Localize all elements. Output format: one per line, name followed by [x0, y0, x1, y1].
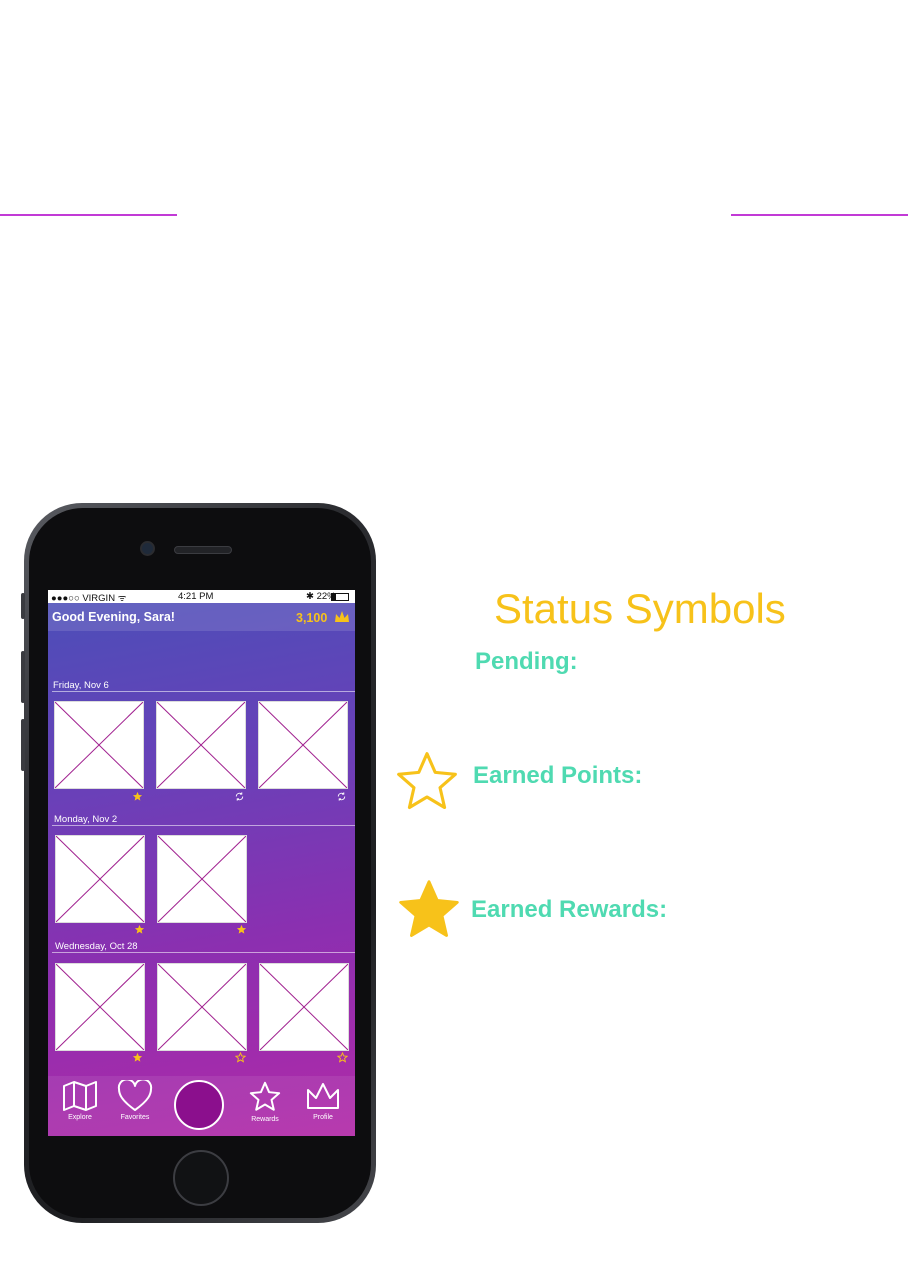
status-time: 4:21 PM [178, 591, 214, 602]
crown-icon [307, 1083, 339, 1109]
star-outline-icon [397, 752, 457, 810]
star-filled-icon [132, 791, 143, 801]
pending-label: Pending: [475, 648, 578, 675]
battery-icon [331, 593, 349, 601]
tab-profile-label: Profile [313, 1114, 333, 1121]
star-filled-icon [236, 924, 247, 934]
volume-up-button [21, 651, 25, 703]
photo-thumbnail[interactable] [157, 963, 247, 1051]
earned-points-label: Earned Points: [473, 762, 643, 789]
refresh-icon [337, 792, 346, 801]
status-bar: ●●●○○ VIRGIN ᯤ 4:21 PM ✱ 22% [48, 590, 355, 604]
decorative-line-left [0, 214, 177, 216]
section-date: Wednesday, Oct 28 [55, 941, 138, 952]
photo-thumbnail[interactable] [55, 963, 145, 1051]
heart-icon [117, 1080, 153, 1111]
points-crown-icon [335, 611, 349, 622]
app-screen: ●●●○○ VIRGIN ᯤ 4:21 PM ✱ 22% Good Evenin… [48, 590, 355, 1136]
earned-rewards-label: Earned Rewards: [471, 896, 668, 923]
star-filled-icon [132, 1052, 143, 1062]
photo-thumbnail[interactable] [55, 835, 145, 923]
decorative-line-right [731, 214, 908, 216]
star-outline-icon [337, 1052, 348, 1063]
refresh-icon [235, 792, 244, 801]
volume-down-button [21, 719, 25, 771]
star-filled-icon [399, 880, 459, 937]
tab-explore-label: Explore [68, 1114, 92, 1121]
tab-profile[interactable]: Profile [298, 1080, 348, 1134]
star-icon [249, 1081, 281, 1111]
star-filled-icon [134, 924, 145, 934]
capture-button[interactable] [174, 1080, 224, 1130]
tab-explore[interactable]: Explore [55, 1080, 105, 1134]
tab-bar: Explore Favorites Rewards Profile [48, 1076, 355, 1136]
section-divider [52, 952, 355, 953]
map-icon [63, 1081, 97, 1111]
star-outline-icon [235, 1052, 246, 1063]
earpiece-speaker [174, 546, 232, 554]
section-date: Monday, Nov 2 [54, 814, 118, 825]
photo-thumbnail[interactable] [156, 701, 246, 789]
tab-rewards-label: Rewards [251, 1116, 279, 1123]
mute-switch [21, 593, 25, 619]
points-balance: 3,100 [296, 611, 328, 625]
section-date: Friday, Nov 6 [53, 680, 109, 691]
greeting-text: Good Evening, Sara! [52, 610, 175, 624]
tab-rewards[interactable]: Rewards [240, 1080, 290, 1134]
home-button[interactable] [173, 1150, 229, 1206]
photo-thumbnail[interactable] [258, 701, 348, 789]
section-divider [52, 825, 355, 826]
tab-favorites-label: Favorites [120, 1114, 150, 1121]
app-header: Good Evening, Sara! 3,100 [48, 603, 355, 631]
photo-thumbnail[interactable] [54, 701, 144, 789]
tab-favorites[interactable]: Favorites [110, 1080, 160, 1134]
photo-thumbnail[interactable] [259, 963, 349, 1051]
legend-title: Status Symbols [494, 585, 786, 632]
photo-thumbnail[interactable] [157, 835, 247, 923]
front-camera [140, 541, 155, 556]
section-divider [52, 691, 355, 692]
